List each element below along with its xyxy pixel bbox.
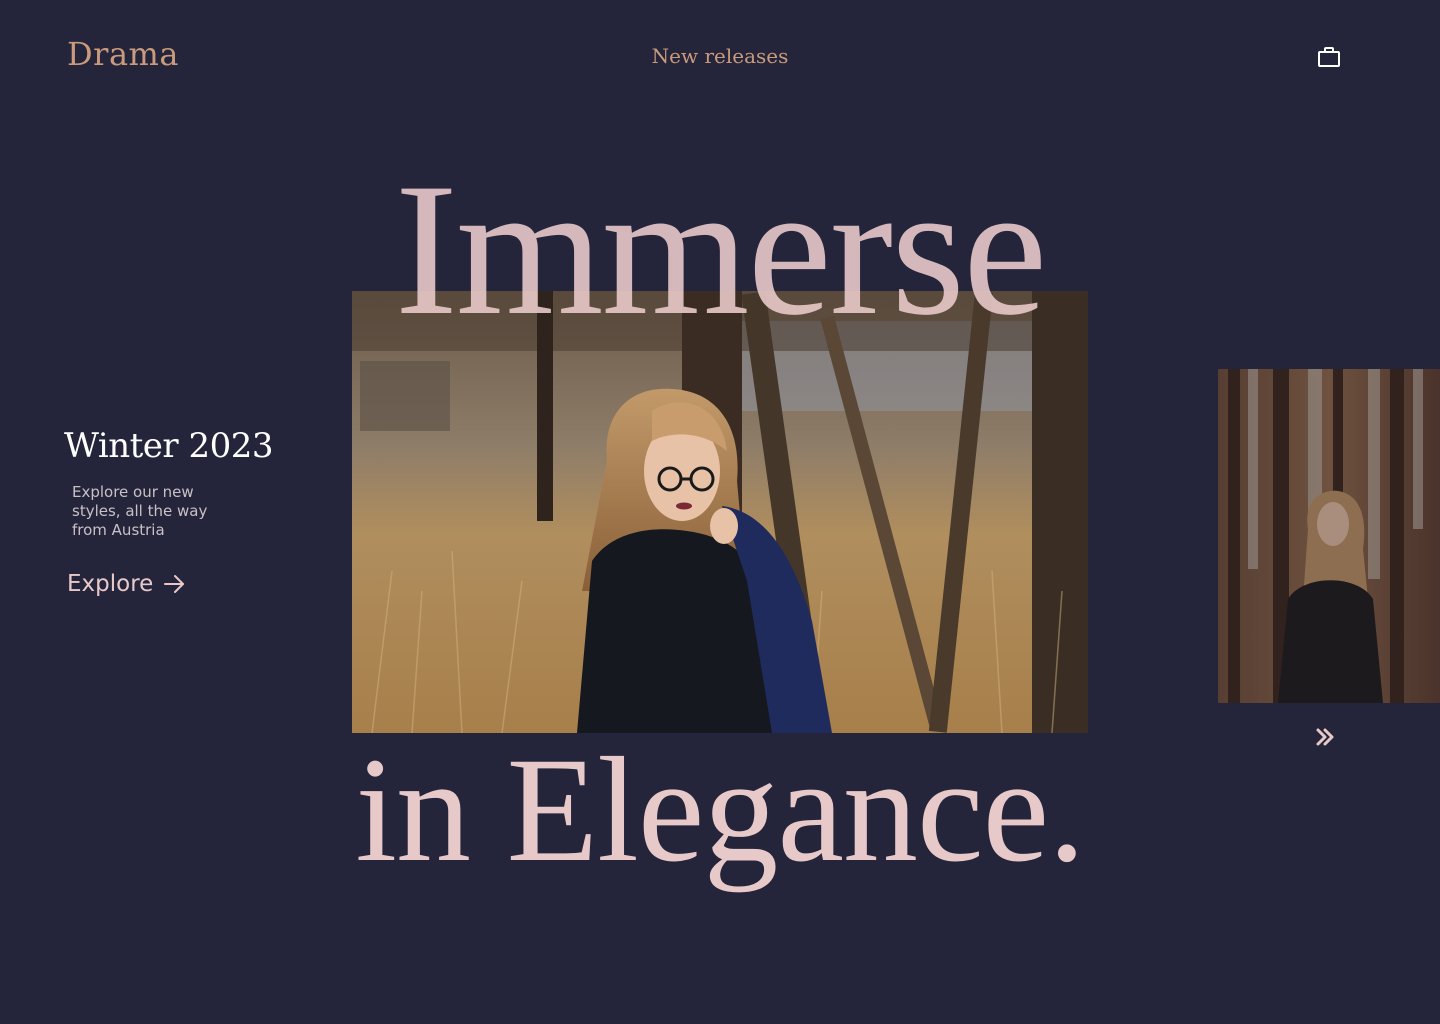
hero-headline-top: Immerse — [394, 145, 1048, 355]
shopping-bag-icon — [1318, 47, 1340, 67]
arrow-right-icon — [164, 575, 185, 593]
carousel-next-image[interactable] — [1218, 369, 1440, 703]
hero-image — [352, 291, 1088, 733]
double-chevron-right-icon — [1316, 728, 1334, 746]
cart-button[interactable] — [1312, 40, 1346, 74]
carousel-next-button[interactable] — [1310, 722, 1340, 752]
logo[interactable]: Drama — [67, 34, 179, 74]
explore-link[interactable]: Explore — [67, 568, 185, 600]
nav-new-releases[interactable]: New releases — [620, 42, 820, 70]
collection-description: Explore our new styles, all the way from… — [72, 483, 208, 539]
explore-label: Explore — [67, 571, 154, 597]
collection-title: Winter 2023 — [64, 426, 274, 466]
hero-headline-bottom: in Elegance. — [355, 727, 1085, 893]
